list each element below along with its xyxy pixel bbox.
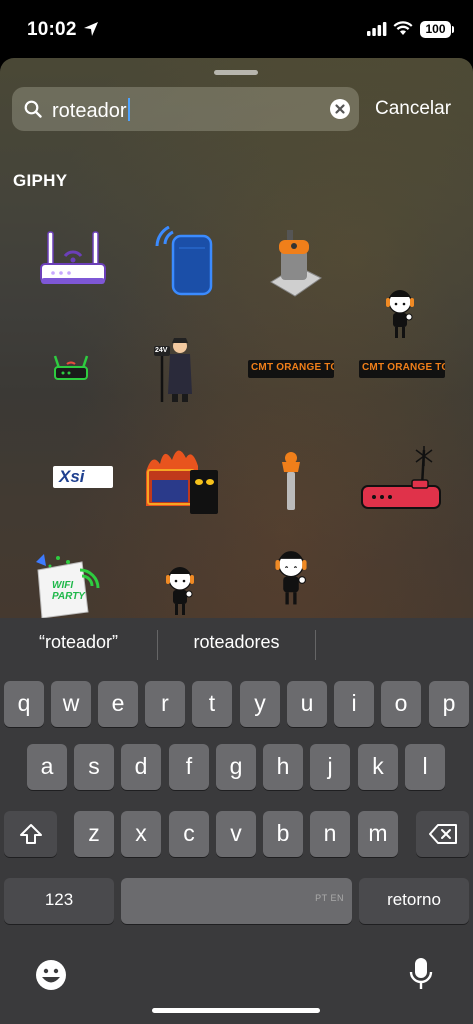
shift-icon (19, 824, 42, 844)
key-q[interactable]: q (4, 681, 44, 727)
cancel-button[interactable]: Cancelar (375, 98, 451, 120)
location-arrow-icon (84, 22, 98, 36)
battery-nub (452, 26, 454, 33)
key-j[interactable]: j (310, 744, 350, 790)
key-c[interactable]: c (169, 811, 209, 857)
wifi-icon (393, 21, 413, 35)
key-v[interactable]: v (216, 811, 256, 857)
microphone-icon[interactable] (409, 956, 433, 992)
shift-key[interactable] (4, 811, 57, 857)
cellular-signal-icon (367, 22, 387, 36)
key-f[interactable]: f (169, 744, 209, 790)
numbers-key[interactable]: 123 (4, 878, 114, 924)
red-router-sticker[interactable] (360, 446, 442, 510)
key-k[interactable]: k (358, 744, 398, 790)
cmt-logo-sticker-2[interactable]: CMT ORANGE TOOLS (359, 360, 445, 378)
suggestion-divider (315, 630, 316, 660)
search-input[interactable]: roteador (12, 87, 359, 131)
green-router-sticker[interactable] (53, 354, 89, 382)
key-l[interactable]: l (405, 744, 445, 790)
status-bar: 10:02 100 (0, 0, 473, 58)
keyboard: “roteador” roteadores q w e r t y u i o … (0, 618, 473, 1024)
cmt-logo-text: CMT ORANGE TOOLS (251, 362, 334, 373)
status-time: 10:02 (27, 19, 77, 40)
xlsx-logo-text: Xsi (59, 467, 85, 486)
search-icon (24, 100, 42, 118)
backspace-icon (428, 824, 457, 844)
girl-headphones-sticker[interactable] (383, 289, 417, 343)
man-with-cable-sticker[interactable]: 24V (150, 334, 204, 404)
girl-headphones-sticker-2[interactable] (163, 566, 197, 618)
key-h[interactable]: h (263, 744, 303, 790)
xlsx-logo-sticker[interactable]: Xsi (53, 466, 113, 488)
key-i[interactable]: i (334, 681, 374, 727)
clear-search-icon[interactable] (330, 99, 350, 119)
backspace-key[interactable] (416, 811, 469, 857)
key-d[interactable]: d (121, 744, 161, 790)
giphy-section-label: GIPHY (13, 171, 68, 190)
voltage-label: 24V (155, 347, 168, 354)
home-indicator[interactable] (152, 1008, 320, 1013)
sticker-search-sheet: roteador Cancelar GIPHY 24V CMT ORANGE T… (0, 58, 473, 618)
key-z[interactable]: z (74, 811, 114, 857)
key-w[interactable]: w (51, 681, 91, 727)
cmt-logo-sticker[interactable]: CMT ORANGE TOOLS (248, 360, 334, 378)
key-u[interactable]: u (287, 681, 327, 727)
burning-desk-cat-sticker[interactable] (142, 442, 220, 516)
router-tool-sticker[interactable] (263, 226, 325, 298)
key-b[interactable]: b (263, 811, 303, 857)
key-r[interactable]: r (145, 681, 185, 727)
key-o[interactable]: o (381, 681, 421, 727)
cmt-logo-text-2: CMT ORANGE TOOLS (362, 362, 445, 373)
key-n[interactable]: n (310, 811, 350, 857)
space-language-label: PT EN (315, 893, 344, 903)
girl-headphones-sticker-3[interactable] (271, 550, 311, 610)
key-s[interactable]: s (74, 744, 114, 790)
search-query: roteador (52, 98, 130, 123)
key-t[interactable]: t (192, 681, 232, 727)
router-bit-sticker[interactable] (278, 448, 304, 512)
key-a[interactable]: a (27, 744, 67, 790)
blue-speaker-sticker[interactable] (153, 226, 215, 298)
purple-router-sticker[interactable] (37, 228, 109, 292)
wifi-party-sticker[interactable]: WIFI PARTY (28, 552, 100, 618)
suggestion-roteadores[interactable]: roteadores (158, 632, 315, 653)
key-y[interactable]: y (240, 681, 280, 727)
wifi-party-text: WIFI PARTY (52, 580, 85, 602)
key-p[interactable]: p (429, 681, 469, 727)
space-key[interactable]: PT EN (121, 878, 352, 924)
key-g[interactable]: g (216, 744, 256, 790)
key-x[interactable]: x (121, 811, 161, 857)
battery-icon: 100 (420, 21, 451, 38)
suggestion-quoted[interactable]: “roteador” (0, 632, 157, 653)
return-key[interactable]: retorno (359, 878, 469, 924)
text-caret (127, 98, 130, 121)
key-e[interactable]: e (98, 681, 138, 727)
key-m[interactable]: m (358, 811, 398, 857)
sheet-grabber[interactable] (214, 70, 258, 75)
emoji-icon[interactable] (34, 958, 68, 992)
